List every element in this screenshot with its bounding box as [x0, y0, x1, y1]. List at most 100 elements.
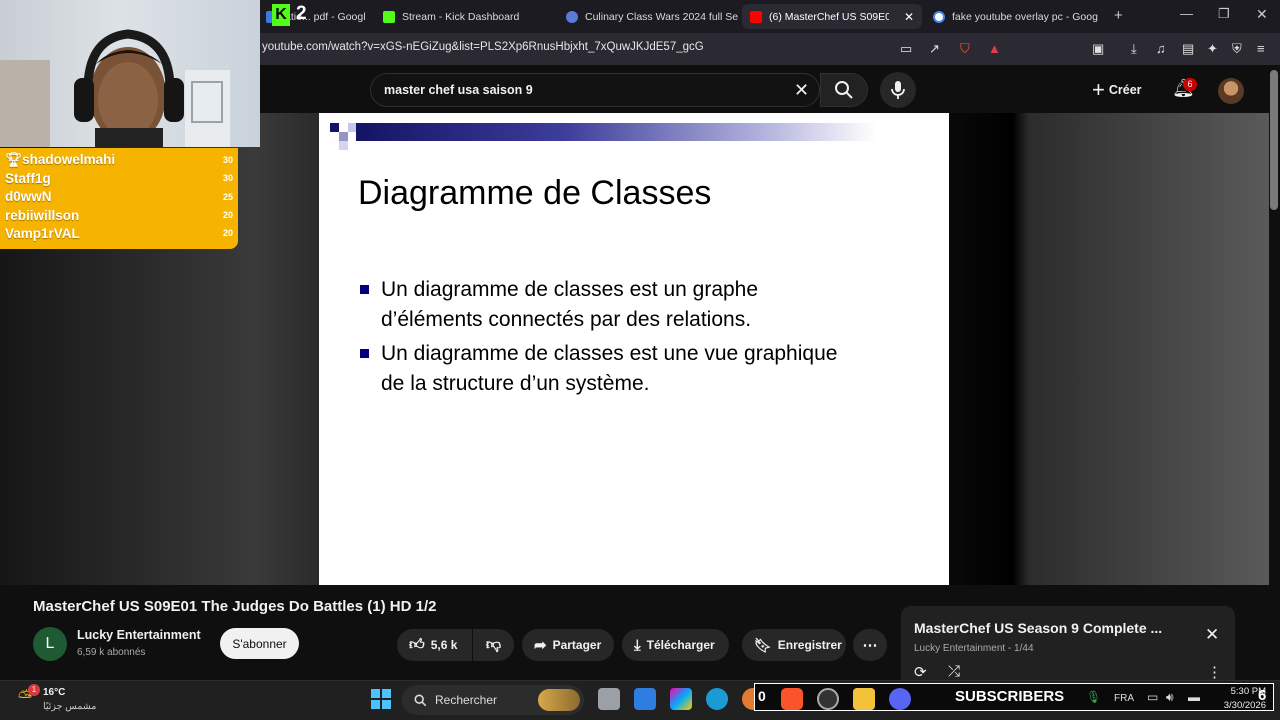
- weather-temp: 16°C: [43, 687, 66, 698]
- slide-title: Diagramme de Classes: [358, 174, 712, 212]
- channel-avatar[interactable]: L: [33, 627, 67, 661]
- notification-count[interactable]: 6: [1258, 687, 1266, 704]
- subs-count: 0: [758, 688, 766, 704]
- leaderboard-row: Staff1g 30: [5, 169, 233, 187]
- more-actions-button[interactable]: ⋯: [853, 629, 887, 661]
- tab-kick-dashboard[interactable]: Stream - Kick Dashboard: [375, 4, 555, 29]
- microphone-tray-icon[interactable]: 🎙︎: [1086, 690, 1101, 704]
- app-icon[interactable]: [817, 688, 839, 710]
- windows-logo: [371, 689, 391, 709]
- bullet-icon: [360, 349, 369, 358]
- tab-masterchef[interactable]: (6) MasterChef US S09E01 T ✕: [742, 4, 922, 29]
- thumbs-up-icon: 👍︎: [409, 636, 425, 653]
- bullet-icon: [360, 285, 369, 294]
- plus-icon: +: [1092, 77, 1105, 102]
- create-button[interactable]: + Créer: [1092, 78, 1142, 102]
- video-title: MasterChef US S09E01 The Judges Do Battl…: [33, 598, 437, 615]
- close-window-icon[interactable]: ✕: [1256, 6, 1268, 23]
- menu-icon[interactable]: ≡: [1257, 41, 1265, 56]
- tab-fake-overlay[interactable]: fake youtube overlay pc - Goog: [925, 4, 1105, 29]
- save-button[interactable]: 🔖︎ Enregistrer: [742, 629, 846, 661]
- edge-icon[interactable]: [706, 688, 728, 710]
- dislike-button[interactable]: 👎︎: [473, 629, 514, 661]
- search-button[interactable]: [820, 73, 868, 107]
- cast-icon[interactable]: ▭: [900, 41, 912, 57]
- leo-icon[interactable]: ✦: [1207, 41, 1218, 57]
- playlist-subtitle: Lucky Entertainment - 1/44: [914, 643, 1034, 654]
- tab-culinary[interactable]: Culinary Class Wars 2024 full Se: [558, 4, 738, 29]
- taskbar-search[interactable]: Rechercher: [402, 685, 584, 715]
- share-arrow-icon: ➦: [534, 637, 547, 654]
- tab-label: Culinary Class Wars 2024 full Se: [585, 10, 738, 23]
- like-button[interactable]: 👍︎ 5,6 k: [397, 629, 472, 661]
- slide-header-bar: [356, 123, 876, 141]
- discord-icon[interactable]: [889, 688, 911, 710]
- streamer-webcam-image: [0, 29, 230, 147]
- loop-icon[interactable]: ⟳: [914, 663, 927, 681]
- share-label: Partager: [552, 638, 602, 652]
- slide-decor-square: [339, 141, 348, 150]
- leaderboard-name: Vamp1rVAL: [5, 225, 80, 241]
- playlist-close-icon[interactable]: ✕: [1205, 625, 1219, 645]
- copilot-icon[interactable]: [670, 688, 692, 710]
- restore-icon[interactable]: ❐: [1218, 6, 1230, 22]
- url-text[interactable]: youtube.com/watch?v=xGS-nEGiZug&list=PLS…: [262, 41, 704, 53]
- search-icon: [414, 694, 427, 706]
- tab-label: fake youtube overlay pc - Goog: [952, 10, 1098, 23]
- leaderboard-row: rebiiwillson 20: [5, 206, 233, 224]
- slide-bullet-1: Un diagramme de classes est un graphe d’…: [381, 278, 759, 331]
- tab-close-icon[interactable]: ✕: [904, 10, 914, 24]
- subscribers-label: SUBSCRIBERS: [955, 688, 1065, 705]
- microphone-icon: [891, 81, 905, 99]
- download-label: Télécharger: [646, 638, 715, 652]
- slide-bullet-2: Un diagramme de classes est une vue grap…: [381, 342, 838, 395]
- download-icon[interactable]: ⤓: [1131, 41, 1137, 57]
- leaderboard-row: 🏆︎shadowelmahi 30: [5, 151, 233, 169]
- leaderboard-name: d0wwN: [5, 189, 52, 205]
- vpn-icon[interactable]: ⛨: [1232, 41, 1242, 57]
- brave-rewards-icon[interactable]: ▲: [988, 41, 1001, 56]
- app-icon[interactable]: [634, 688, 656, 710]
- share-icon[interactable]: ↗: [929, 41, 940, 57]
- like-count: 5,6 k: [430, 638, 458, 652]
- wallet-icon[interactable]: ▤: [1182, 41, 1194, 57]
- language-indicator[interactable]: FRA: [1114, 693, 1134, 704]
- file-explorer-icon[interactable]: [853, 688, 875, 710]
- thumbs-down-icon: 👎︎: [485, 636, 502, 653]
- volume-icon[interactable]: 🔊︎: [1166, 690, 1174, 705]
- shuffle-icon[interactable]: ⤮: [948, 663, 960, 680]
- site-icon: [566, 10, 578, 23]
- voice-search-button[interactable]: [880, 72, 916, 108]
- minimize-icon[interactable]: —: [1180, 6, 1193, 21]
- task-view-icon[interactable]: [598, 688, 620, 710]
- scrollbar-thumb[interactable]: [1270, 70, 1278, 210]
- search-input[interactable]: master chef usa saison 9 ✕: [370, 73, 820, 107]
- new-tab-icon[interactable]: +: [1114, 7, 1123, 24]
- channel-name[interactable]: Lucky Entertainment: [77, 628, 201, 642]
- download-button[interactable]: ⤓ Télécharger: [622, 629, 729, 661]
- leaderboard-score: 30: [222, 155, 233, 166]
- search-icon: [835, 81, 853, 99]
- clear-search-icon[interactable]: ✕: [794, 80, 809, 101]
- share-button[interactable]: ➦ Partager: [522, 629, 614, 661]
- notification-count-badge: 6: [1183, 78, 1197, 91]
- sidebar-icon[interactable]: ▣: [1092, 41, 1104, 57]
- playlist-title[interactable]: MasterChef US Season 9 Complete ...: [914, 620, 1162, 636]
- brave-icon[interactable]: [781, 688, 803, 710]
- weather-text: مشمس جزئيًا: [43, 701, 97, 712]
- leaderboard-row: Vamp1rVAL 20: [5, 224, 233, 242]
- network-icon[interactable]: ▭: [1147, 690, 1158, 704]
- windows-start-icon[interactable]: [371, 689, 391, 709]
- music-icon[interactable]: ♫: [1156, 41, 1166, 56]
- brave-shield-icon[interactable]: ⛉: [960, 41, 970, 57]
- subscribe-button[interactable]: S'abonner: [220, 628, 299, 659]
- tab-label: Stream - Kick Dashboard: [402, 10, 520, 23]
- battery-icon[interactable]: ▬: [1188, 690, 1200, 704]
- avatar[interactable]: [1218, 78, 1244, 104]
- trophy-icon: 🏆︎: [5, 152, 23, 168]
- channel-subscribers: 6,59 k abonnés: [77, 647, 146, 658]
- leaderboard-score: 25: [222, 191, 233, 202]
- search-highlight-icon: [538, 689, 580, 711]
- slide-decor-square: [339, 132, 348, 141]
- playlist-menu-icon[interactable]: ⋮: [1207, 663, 1222, 681]
